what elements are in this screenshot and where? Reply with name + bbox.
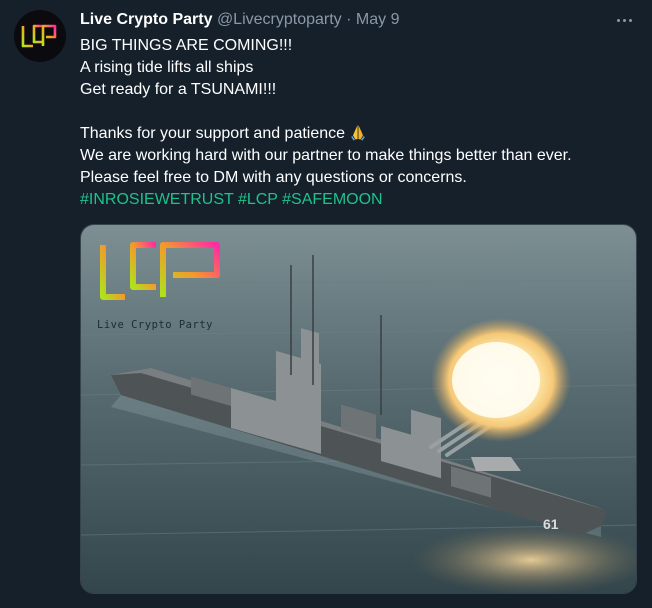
more-horizontal-icon bbox=[616, 18, 620, 22]
tweet-line: We are working hard with our partner to … bbox=[80, 147, 572, 164]
author-name[interactable]: Live Crypto Party bbox=[80, 11, 212, 28]
lcp-logo-icon bbox=[21, 24, 57, 48]
tweet-line: Thanks for your support and patience bbox=[80, 123, 640, 145]
hashtag-link[interactable]: #INROSIEWETRUST bbox=[80, 191, 234, 208]
more-options-button[interactable] bbox=[612, 10, 636, 30]
tweet-line: BIG THINGS ARE COMING!!! bbox=[80, 37, 293, 54]
avatar[interactable] bbox=[14, 10, 66, 62]
tweet-header: Live Crypto Party @Livecryptoparty · May… bbox=[80, 10, 399, 30]
hashtag-link[interactable]: #LCP bbox=[238, 191, 278, 208]
tweet-date[interactable]: May 9 bbox=[356, 11, 400, 28]
folded-hands-emoji bbox=[351, 125, 365, 141]
tweet-line: Please feel free to DM with any question… bbox=[80, 169, 467, 186]
hull-number: 61 bbox=[543, 516, 559, 532]
meta-separator: · bbox=[341, 11, 356, 28]
battleship-photo: 61 bbox=[81, 225, 636, 593]
tweet-media-image[interactable]: 61 Live Crypto Party bbox=[80, 224, 637, 594]
tweet-line: A rising tide lifts all ships bbox=[80, 59, 254, 76]
tweet-line: Get ready for a TSUNAMI!!! bbox=[80, 81, 277, 98]
author-handle[interactable]: @Livecryptoparty bbox=[217, 11, 342, 28]
tweet-text: BIG THINGS ARE COMING!!! A rising tide l… bbox=[80, 35, 640, 211]
hashtags: #INROSIEWETRUST #LCP #SAFEMOON bbox=[80, 189, 640, 211]
tweet: Live Crypto Party @Livecryptoparty · May… bbox=[0, 0, 652, 608]
thanks-text: Thanks for your support and patience bbox=[80, 125, 346, 142]
watermark-caption: Live Crypto Party bbox=[97, 319, 213, 331]
hashtag-link[interactable]: #SAFEMOON bbox=[282, 191, 382, 208]
